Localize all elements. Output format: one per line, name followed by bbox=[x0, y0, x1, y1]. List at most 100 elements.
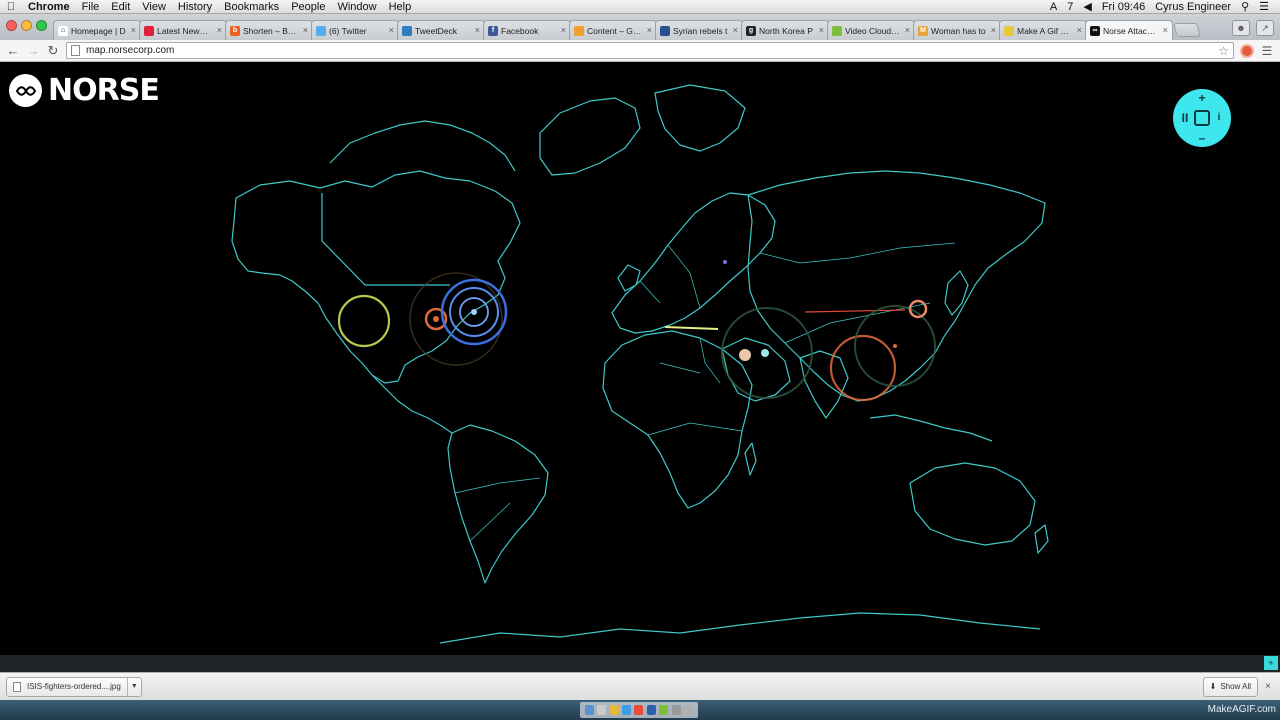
tab-favicon-icon: ∞ bbox=[1090, 25, 1100, 36]
adobe-icon[interactable]: A bbox=[1045, 0, 1062, 14]
tab-close-icon[interactable]: × bbox=[905, 25, 910, 35]
app-dock-icon-4[interactable] bbox=[659, 705, 669, 715]
tab-title: Content – Goo bbox=[587, 25, 642, 36]
volume-icon[interactable]: ◀ bbox=[1078, 0, 1096, 14]
tab-favicon-icon: f bbox=[488, 25, 498, 36]
zoom-out-icon[interactable]: – bbox=[1196, 132, 1208, 144]
download-item[interactable]: ISIS-fighters-ordered....jpg ▼ bbox=[6, 676, 142, 697]
clock[interactable]: Fri 09:46 bbox=[1097, 0, 1150, 14]
user-name[interactable]: Cyrus Engineer bbox=[1150, 0, 1236, 14]
zoom-window-icon[interactable] bbox=[36, 19, 47, 31]
minimize-window-icon[interactable] bbox=[21, 19, 32, 31]
expand-panel-icon[interactable]: + bbox=[1264, 656, 1278, 670]
menu-bookmarks[interactable]: Bookmarks bbox=[218, 0, 285, 14]
menu-edit[interactable]: Edit bbox=[105, 0, 136, 14]
tab-close-icon[interactable]: × bbox=[561, 25, 566, 35]
profile-icon[interactable]: ☻ bbox=[1232, 20, 1250, 36]
url-text[interactable]: map.norsecorp.com bbox=[86, 45, 1218, 56]
world-map[interactable] bbox=[0, 63, 1280, 655]
app-dock-icon-5[interactable] bbox=[671, 705, 681, 715]
launchpad-dock-icon[interactable] bbox=[597, 705, 607, 715]
menu-window[interactable]: Window bbox=[331, 0, 382, 14]
pause-icon[interactable]: II bbox=[1179, 112, 1191, 124]
reload-icon[interactable]: ↻ bbox=[46, 43, 60, 58]
tab-3[interactable]: (6) Twitter × bbox=[311, 20, 399, 40]
extension-icon[interactable] bbox=[1240, 43, 1254, 58]
tab-7[interactable]: Syrian rebels t × bbox=[655, 20, 743, 40]
watermark: MakeAGIF.com bbox=[1207, 704, 1276, 715]
tab-10[interactable]: M Woman has to × bbox=[913, 20, 1001, 40]
tab-11[interactable]: Make A Gif – A × bbox=[999, 20, 1087, 40]
central-america-outline bbox=[371, 374, 453, 434]
tab-title: Make A Gif – A bbox=[1017, 25, 1072, 36]
india-outline bbox=[799, 350, 849, 419]
menu-app-chrome[interactable]: Chrome bbox=[22, 0, 76, 14]
close-window-icon[interactable] bbox=[6, 19, 17, 31]
menu-history[interactable]: History bbox=[172, 0, 218, 14]
download-menu-arrow-icon[interactable]: ▼ bbox=[126, 677, 141, 696]
back-icon[interactable]: ← bbox=[6, 43, 20, 58]
bookmark-star-icon[interactable]: ☆ bbox=[1218, 44, 1229, 58]
address-bar[interactable]: map.norsecorp.com ☆ bbox=[66, 42, 1234, 59]
tab-close-icon[interactable]: × bbox=[131, 25, 136, 35]
tab-close-icon[interactable]: × bbox=[303, 25, 308, 35]
show-all-downloads-button[interactable]: ⬇ Show All bbox=[1202, 676, 1258, 697]
download-shelf: ISIS-fighters-ordered....jpg ▼ ⬇ Show Al… bbox=[0, 672, 1280, 700]
tab-close-icon[interactable]: × bbox=[733, 25, 738, 35]
finder-dock-icon[interactable] bbox=[584, 705, 594, 715]
tab-close-icon[interactable]: × bbox=[647, 25, 652, 35]
new-tab-button[interactable] bbox=[1173, 23, 1201, 37]
app-dock-icon-3[interactable] bbox=[646, 705, 656, 715]
tab-8[interactable]: g North Korea P × bbox=[741, 20, 829, 40]
australia-outline bbox=[909, 462, 1036, 546]
menu-view[interactable]: View bbox=[136, 0, 172, 14]
tab-close-icon[interactable]: × bbox=[217, 25, 222, 35]
us-borders bbox=[321, 193, 450, 286]
tab-4[interactable]: TweetDeck × bbox=[397, 20, 485, 40]
trash-dock-icon[interactable] bbox=[684, 705, 694, 715]
app-dock-icon-2[interactable] bbox=[622, 705, 632, 715]
menu-people[interactable]: People bbox=[285, 0, 331, 14]
zoom-in-icon[interactable]: + bbox=[1196, 92, 1208, 104]
notification-count[interactable]: 7 bbox=[1062, 0, 1078, 14]
tab-favicon-icon: M bbox=[918, 25, 928, 36]
download-filename[interactable]: ISIS-fighters-ordered....jpg bbox=[27, 682, 127, 691]
chrome-menu-icon[interactable]: ☰ bbox=[1260, 44, 1274, 58]
tab-close-icon[interactable]: × bbox=[1077, 25, 1082, 35]
close-shelf-icon[interactable]: × bbox=[1262, 681, 1274, 692]
screen:  Chrome File Edit View History Bookmark… bbox=[0, 0, 1280, 720]
map-footer-bar: + bbox=[0, 655, 1280, 672]
info-icon[interactable]: i bbox=[1213, 112, 1225, 124]
tab-close-icon[interactable]: × bbox=[1163, 25, 1168, 35]
notification-center-icon[interactable]: ☰ bbox=[1254, 0, 1274, 14]
africa-outline bbox=[602, 330, 753, 509]
tab-9[interactable]: Video Cloud St × bbox=[827, 20, 915, 40]
tab-close-icon[interactable]: × bbox=[819, 25, 824, 35]
tab-5[interactable]: f Facebook × bbox=[483, 20, 571, 40]
fullscreen-icon[interactable]: ↗ bbox=[1256, 20, 1274, 36]
tab-0[interactable]: ⌂ Homepage | D × bbox=[53, 20, 141, 40]
fullscreen-toggle-icon[interactable] bbox=[1194, 110, 1210, 126]
tab-6[interactable]: Content – Goo × bbox=[569, 20, 657, 40]
tab-close-icon[interactable]: × bbox=[991, 25, 996, 35]
tab-title: Homepage | D bbox=[71, 25, 126, 36]
forward-icon[interactable]: → bbox=[26, 43, 40, 58]
tab-12[interactable]: ∞ Norse Attack M × bbox=[1085, 20, 1173, 40]
menu-file[interactable]: File bbox=[76, 0, 106, 14]
tab-close-icon[interactable]: × bbox=[475, 25, 480, 35]
norse-logo[interactable]: NORSE bbox=[9, 73, 160, 108]
spotlight-icon[interactable]: ⚲ bbox=[1236, 0, 1254, 14]
tab-1[interactable]: Latest News | L × bbox=[139, 20, 227, 40]
tab-close-icon[interactable]: × bbox=[389, 25, 394, 35]
greenland-outline bbox=[654, 84, 746, 152]
tab-list: ⌂ Homepage | D × Latest News | L × b Shorten –… bbox=[53, 20, 1173, 40]
attack-dot-usa-central bbox=[433, 316, 439, 322]
apple-icon[interactable]:  bbox=[0, 1, 22, 13]
tab-favicon-icon bbox=[1004, 25, 1014, 36]
app-dock-icon-1[interactable] bbox=[609, 705, 619, 715]
tab-2[interactable]: b Shorten – Bitly × bbox=[225, 20, 313, 40]
arabia-outline bbox=[721, 337, 791, 402]
download-icon: ⬇ bbox=[1209, 682, 1217, 691]
chrome-dock-icon[interactable] bbox=[634, 705, 644, 715]
menu-help[interactable]: Help bbox=[383, 0, 418, 14]
